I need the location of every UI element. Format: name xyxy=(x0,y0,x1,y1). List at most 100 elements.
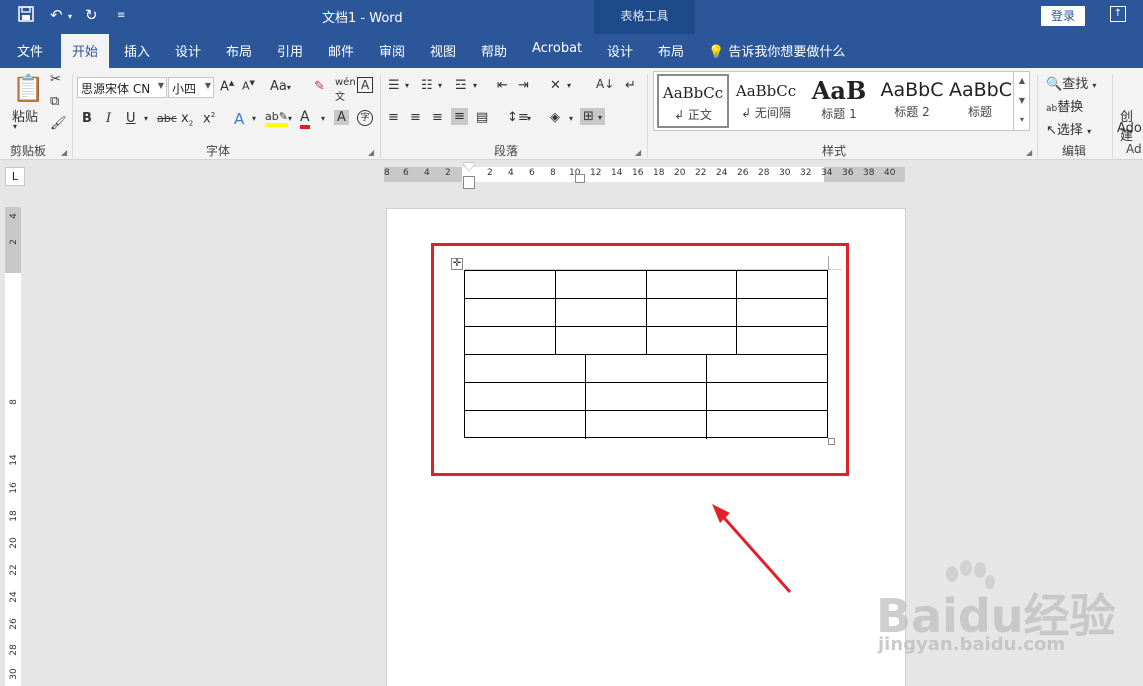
style-normal[interactable]: AaBbCc ↲ 正文 xyxy=(657,74,729,128)
asian-layout-dropdown-icon[interactable]: ▾ xyxy=(567,81,571,90)
underline-icon[interactable]: U xyxy=(126,111,136,126)
numbering-icon[interactable]: ☷ xyxy=(421,78,433,93)
styles-scroll-up-icon[interactable]: ▲ xyxy=(1014,71,1030,91)
ruler-tick: 36 xyxy=(842,168,854,178)
shrink-font-icon[interactable]: A▼ xyxy=(242,79,255,93)
align-right-icon[interactable]: ≡ xyxy=(432,110,443,125)
character-shading-icon[interactable]: A xyxy=(334,110,349,125)
ruler-tick: 4 xyxy=(508,168,514,178)
replace-button[interactable]: ab替换 xyxy=(1046,96,1083,115)
paste-icon[interactable]: 📋 xyxy=(12,74,44,104)
enclose-characters-icon[interactable]: 字 xyxy=(357,110,373,126)
bullets-icon[interactable]: ☰ xyxy=(388,78,400,93)
copy-icon[interactable]: ⧉ xyxy=(50,94,59,109)
tell-me-search[interactable]: 💡 告诉我你想要做什么 xyxy=(708,41,845,60)
tab-view[interactable]: 视图 xyxy=(430,41,456,60)
tab-review[interactable]: 审阅 xyxy=(379,41,405,60)
text-effects-dropdown-icon[interactable]: ▾ xyxy=(252,114,256,123)
tab-home[interactable]: 开始 xyxy=(61,34,110,68)
paste-dropdown-icon[interactable]: ▾ xyxy=(13,122,17,131)
font-name-combo[interactable]: 思源宋体 CN ▼ xyxy=(77,77,167,98)
line-spacing-dropdown-icon[interactable]: ▾ xyxy=(527,114,531,123)
change-case-icon[interactable]: Aa▾ xyxy=(270,79,291,94)
line-spacing-icon[interactable]: ↕≡ xyxy=(507,110,529,125)
justify-icon[interactable]: ≡ xyxy=(451,108,468,125)
multilevel-list-icon[interactable]: ☲ xyxy=(455,78,467,93)
grow-font-icon[interactable]: A▲ xyxy=(220,79,234,94)
character-border-icon[interactable]: A xyxy=(357,77,374,93)
ruler-tick: 2 xyxy=(9,239,19,245)
strikethrough-icon[interactable]: abc xyxy=(157,112,177,125)
font-color-dropdown-icon[interactable]: ▾ xyxy=(321,114,325,123)
show-formatting-marks-icon[interactable]: ↵ xyxy=(625,78,636,93)
text-effects-icon[interactable]: A xyxy=(234,110,244,128)
tab-table-design[interactable]: 设计 xyxy=(607,41,633,60)
find-button[interactable]: 🔍查找 ▾ xyxy=(1046,73,1096,92)
styles-more-icon[interactable]: ▾ xyxy=(1014,111,1030,129)
decrease-indent-icon[interactable]: ⇤ xyxy=(497,78,508,93)
ribbon-tabs: 文件 开始 插入 设计 布局 引用 邮件 审阅 视图 帮助 Acrobat 设计… xyxy=(0,34,1143,68)
tab-selector[interactable]: L xyxy=(5,167,25,186)
customize-quick-access-icon[interactable]: ≡ xyxy=(117,10,125,21)
redo-icon[interactable]: ↻ xyxy=(85,6,98,24)
tab-file[interactable]: 文件 xyxy=(17,41,43,60)
style-heading-2[interactable]: AaBbC 标题 2 xyxy=(876,74,948,128)
undo-icon[interactable]: ↶ xyxy=(50,6,63,24)
asian-layout-icon[interactable]: ✕ xyxy=(550,78,561,93)
multilevel-list-dropdown-icon[interactable]: ▾ xyxy=(473,81,477,90)
style-no-spacing[interactable]: AaBbCc ↲ 无间隔 xyxy=(730,74,802,128)
cut-icon[interactable]: ✂ xyxy=(50,72,61,87)
numbering-dropdown-icon[interactable]: ▾ xyxy=(438,81,442,90)
tab-table-layout[interactable]: 布局 xyxy=(658,41,684,60)
tab-references[interactable]: 引用 xyxy=(277,41,303,60)
font-launcher-icon[interactable]: ◢ xyxy=(368,148,374,157)
ruler-tick: 12 xyxy=(590,168,602,178)
styles-scroll[interactable]: ▲ ▼ ▾ xyxy=(1013,71,1030,131)
style-title[interactable]: AaBbC 标题 xyxy=(949,74,1011,128)
borders-icon[interactable]: ⊞ ▾ xyxy=(580,108,606,125)
clear-formatting-icon[interactable]: ✎ xyxy=(314,79,325,94)
shading-icon[interactable]: ◈ xyxy=(550,110,560,125)
format-painter-icon[interactable]: 🖌 xyxy=(50,116,67,131)
ribbon-display-options-icon[interactable]: ↑ xyxy=(1110,6,1126,22)
style-name: 标题 1 xyxy=(821,107,857,121)
highlight-dropdown-icon[interactable]: ▾ xyxy=(288,114,292,123)
underline-dropdown-icon[interactable]: ▾ xyxy=(144,114,148,123)
tab-help[interactable]: 帮助 xyxy=(481,41,507,60)
paragraph-launcher-icon[interactable]: ◢ xyxy=(635,148,641,157)
font-size-combo[interactable]: 小四 ▼ xyxy=(168,77,214,98)
vertical-ruler[interactable]: 4 2 8 14 16 18 20 22 24 26 28 30 xyxy=(5,207,21,686)
align-left-icon[interactable]: ≡ xyxy=(388,110,399,125)
tab-insert[interactable]: 插入 xyxy=(124,41,150,60)
shading-dropdown-icon[interactable]: ▾ xyxy=(569,114,573,123)
superscript-icon[interactable]: x2 xyxy=(203,111,215,126)
highlight-icon[interactable]: ab✎ xyxy=(265,110,288,127)
tab-acrobat[interactable]: Acrobat xyxy=(532,41,582,56)
tab-mailings[interactable]: 邮件 xyxy=(328,41,354,60)
login-button[interactable]: 登录 xyxy=(1041,6,1085,26)
save-icon[interactable] xyxy=(18,6,34,26)
distributed-icon[interactable]: ▤ xyxy=(476,110,488,125)
styles-launcher-icon[interactable]: ◢ xyxy=(1026,148,1032,157)
subscript-icon[interactable]: x2 xyxy=(181,111,193,128)
first-line-indent-marker[interactable] xyxy=(463,163,475,171)
style-heading-1[interactable]: AaB 标题 1 xyxy=(803,74,875,128)
select-button[interactable]: ↖选择 ▾ xyxy=(1046,119,1091,138)
right-indent-marker[interactable] xyxy=(575,174,585,183)
align-center-icon[interactable]: ≡ xyxy=(410,110,421,125)
bold-icon[interactable]: B xyxy=(82,111,92,126)
sort-icon[interactable]: A↓ xyxy=(596,77,614,91)
tab-layout[interactable]: 布局 xyxy=(226,41,252,60)
clipboard-launcher-icon[interactable]: ◢ xyxy=(61,148,67,157)
undo-dropdown-icon[interactable]: ▾ xyxy=(68,12,72,21)
bullets-dropdown-icon[interactable]: ▾ xyxy=(405,81,409,90)
italic-icon[interactable]: I xyxy=(106,111,111,126)
styles-scroll-down-icon[interactable]: ▼ xyxy=(1014,91,1030,111)
phonetic-guide-icon[interactable]: wén 文 xyxy=(335,77,356,103)
font-color-icon[interactable]: A xyxy=(300,109,310,129)
tab-design[interactable]: 设计 xyxy=(175,41,201,60)
increase-indent-icon[interactable]: ⇥ xyxy=(518,78,529,93)
group-divider xyxy=(1037,74,1038,158)
left-indent-marker[interactable] xyxy=(463,176,475,189)
ruler-tick: 38 xyxy=(863,168,875,178)
